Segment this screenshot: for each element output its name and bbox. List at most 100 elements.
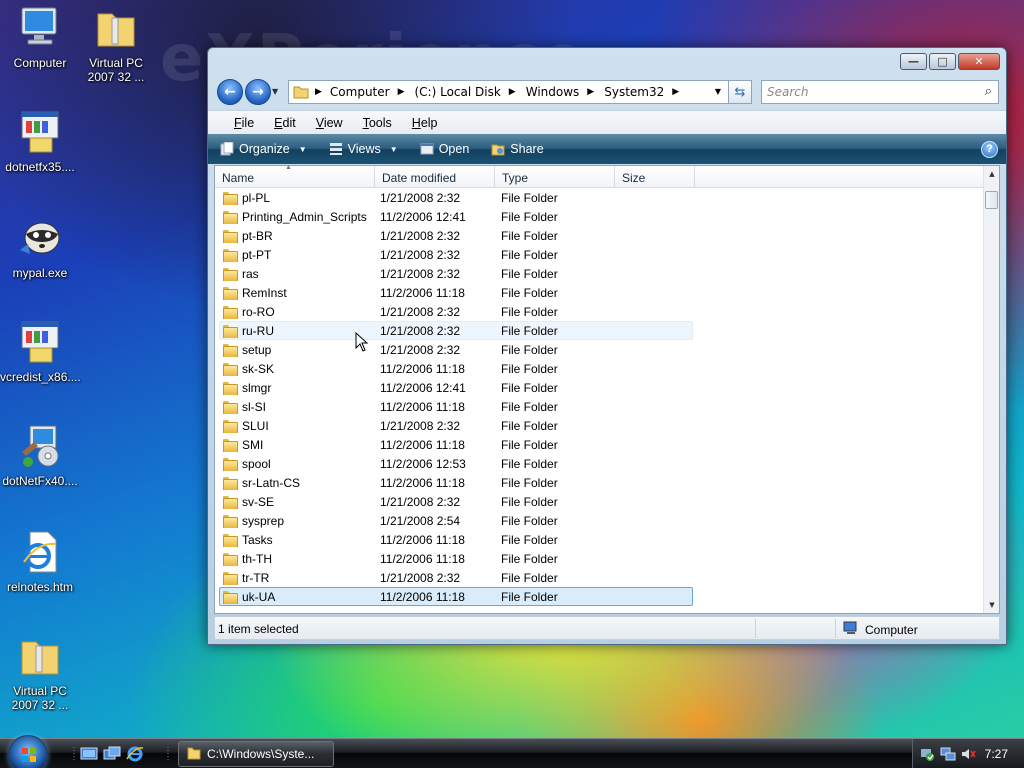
- desktop-icon-virtual-pc-1[interactable]: Virtual PC 2007 32 ...: [76, 4, 156, 84]
- organize-button[interactable]: Organize ▼: [216, 141, 311, 156]
- menu-view[interactable]: View: [316, 116, 343, 130]
- address-bar[interactable]: ▶ Computer ▶ (C:) Local Disk ▶ Windows ▶ Sy…: [288, 80, 752, 104]
- breadcrumb-windows[interactable]: Windows ▶: [526, 85, 595, 99]
- folder-icon: [223, 381, 238, 395]
- breadcrumb-chevron-icon[interactable]: ▶: [509, 87, 516, 97]
- back-arrow-icon: ←: [224, 84, 236, 100]
- refresh-button[interactable]: ⇆: [728, 80, 752, 104]
- clock[interactable]: 7:27: [985, 747, 1008, 761]
- folder-icon: [223, 210, 238, 224]
- date-modified-cell: 1/21/2008 2:32: [380, 418, 461, 433]
- list-item[interactable]: ras 1/21/2008 2:32 File Folder: [219, 264, 693, 283]
- desktop-icon-mypal[interactable]: mypal.exe: [0, 214, 80, 280]
- breadcrumb-chevron-icon[interactable]: ▶: [398, 87, 405, 97]
- breadcrumb-chevron-icon[interactable]: ▶: [315, 87, 322, 97]
- security-shield-icon[interactable]: [919, 746, 935, 762]
- desktop-icon-dotnetfx35[interactable]: dotnetfx35....: [0, 108, 80, 174]
- switch-windows-icon[interactable]: [103, 746, 121, 762]
- list-item[interactable]: sl-SI 11/2/2006 11:18 File Folder: [219, 397, 693, 416]
- folder-icon: [223, 438, 238, 452]
- list-item[interactable]: sr-Latn-CS 11/2/2006 11:18 File Folder: [219, 473, 693, 492]
- column-header-size[interactable]: Size: [615, 166, 695, 187]
- help-icon: ?: [986, 143, 993, 155]
- date-modified-cell: 11/2/2006 11:18: [380, 475, 465, 490]
- list-item[interactable]: pt-BR 1/21/2008 2:32 File Folder: [219, 226, 693, 245]
- start-button[interactable]: [8, 735, 48, 768]
- desktop-icon-dotnetfx40[interactable]: dotNetFx40....: [0, 422, 80, 488]
- menu-file[interactable]: File: [234, 116, 254, 130]
- list-item[interactable]: SLUI 1/21/2008 2:32 File Folder: [219, 416, 693, 435]
- type-cell: File Folder: [501, 304, 558, 319]
- show-desktop-icon[interactable]: [80, 746, 98, 762]
- taskbar-button-explorer[interactable]: C:\Windows\Syste...: [178, 741, 334, 767]
- folder-icon: [223, 533, 238, 547]
- breadcrumb-local-disk[interactable]: (C:) Local Disk ▶: [415, 85, 516, 99]
- help-button[interactable]: ?: [981, 140, 998, 158]
- file-name-cell: pt-PT: [220, 248, 375, 262]
- recent-pages-dropdown[interactable]: ▼: [272, 87, 278, 96]
- internet-explorer-icon[interactable]: [126, 746, 144, 762]
- breadcrumb-chevron-icon[interactable]: ▶: [587, 87, 594, 97]
- back-button[interactable]: ←: [217, 79, 243, 105]
- menu-bar: File Edit View Tools Help: [208, 110, 1006, 134]
- breadcrumb-computer[interactable]: Computer ▶: [330, 85, 405, 99]
- list-item[interactable]: slmgr 11/2/2006 12:41 File Folder: [219, 378, 693, 397]
- maximize-button[interactable]: □: [929, 53, 956, 70]
- menu-edit[interactable]: Edit: [274, 116, 296, 130]
- list-item[interactable]: SMI 11/2/2006 11:18 File Folder: [219, 435, 693, 454]
- column-header-type[interactable]: Type: [495, 166, 615, 187]
- breadcrumb-system32[interactable]: System32 ▶: [604, 85, 679, 99]
- list-item[interactable]: Tasks 11/2/2006 11:18 File Folder: [219, 530, 693, 549]
- list-item[interactable]: spool 11/2/2006 12:53 File Folder: [219, 454, 693, 473]
- file-name-cell: pt-BR: [220, 229, 375, 243]
- desktop-icon-vcredist[interactable]: vcredist_x86....: [0, 318, 81, 384]
- list-item[interactable]: pl-PL 1/21/2008 2:32 File Folder: [219, 188, 693, 207]
- column-header-date-modified[interactable]: Date modified: [375, 166, 495, 187]
- menu-tools[interactable]: Tools: [363, 116, 392, 130]
- list-item[interactable]: pt-PT 1/21/2008 2:32 File Folder: [219, 245, 693, 264]
- scroll-down-icon[interactable]: ▼: [984, 597, 1000, 613]
- list-item[interactable]: Printing_Admin_Scripts 11/2/2006 12:41 Fil…: [219, 207, 693, 226]
- list-item[interactable]: tr-TR 1/21/2008 2:32 File Folder: [219, 568, 693, 587]
- list-item[interactable]: ro-RO 1/21/2008 2:32 File Folder: [219, 302, 693, 321]
- desktop-icon-computer[interactable]: Computer: [0, 4, 80, 70]
- views-button[interactable]: Views ▼: [325, 142, 402, 156]
- file-name-cell: th-TH: [220, 552, 375, 566]
- setup-icon: [16, 422, 64, 470]
- list-item[interactable]: sv-SE 1/21/2008 2:32 File Folder: [219, 492, 693, 511]
- title-bar[interactable]: — □ ✕: [208, 48, 1006, 78]
- volume-muted-icon[interactable]: [960, 746, 976, 762]
- address-row: ← → ▼ ▶ Computer ▶ (C:) Local Disk ▶ Windo…: [208, 78, 1006, 110]
- list-item[interactable]: setup 1/21/2008 2:32 File Folder: [219, 340, 693, 359]
- list-item[interactable]: uk-UA 11/2/2006 11:18 File Folder: [219, 587, 693, 606]
- breadcrumb-chevron-icon[interactable]: ▶: [672, 87, 679, 97]
- scroll-thumb[interactable]: [985, 191, 998, 209]
- desktop-icon-relnotes[interactable]: relnotes.htm: [0, 528, 80, 594]
- type-cell: File Folder: [501, 418, 558, 433]
- address-dropdown-icon[interactable]: ▼: [715, 87, 721, 96]
- installer-icon: [16, 108, 64, 156]
- list-item[interactable]: sysprep 1/21/2008 2:54 File Folder: [219, 511, 693, 530]
- close-button[interactable]: ✕: [958, 53, 1000, 70]
- list-item[interactable]: ru-RU 1/21/2008 2:32 File Folder: [219, 321, 693, 340]
- list-item[interactable]: RemInst 11/2/2006 11:18 File Folder: [219, 283, 693, 302]
- search-placeholder: Search: [767, 85, 809, 99]
- vertical-scrollbar[interactable]: ▲ ▼: [983, 166, 999, 613]
- search-box[interactable]: Search ⌕: [761, 80, 999, 104]
- search-icon[interactable]: ⌕: [985, 84, 992, 99]
- scroll-up-icon[interactable]: ▲: [984, 166, 1000, 182]
- file-name-cell: sl-SI: [220, 400, 375, 414]
- minimize-button[interactable]: —: [900, 53, 927, 70]
- list-item[interactable]: th-TH 11/2/2006 11:18 File Folder: [219, 549, 693, 568]
- menu-help[interactable]: Help: [412, 116, 438, 130]
- column-header-name[interactable]: ▲ Name: [215, 164, 375, 187]
- list-item[interactable]: sk-SK 11/2/2006 11:18 File Folder: [219, 359, 693, 378]
- date-modified-cell: 1/21/2008 2:32: [380, 323, 461, 338]
- network-icon[interactable]: [940, 746, 956, 762]
- file-name-cell: uk-UA: [220, 590, 375, 604]
- views-label: Views: [347, 142, 381, 156]
- open-button[interactable]: Open: [416, 142, 474, 156]
- forward-button[interactable]: →: [245, 79, 271, 105]
- share-button[interactable]: Share: [487, 142, 547, 156]
- desktop-icon-virtual-pc-2[interactable]: Virtual PC 2007 32 ...: [0, 632, 80, 712]
